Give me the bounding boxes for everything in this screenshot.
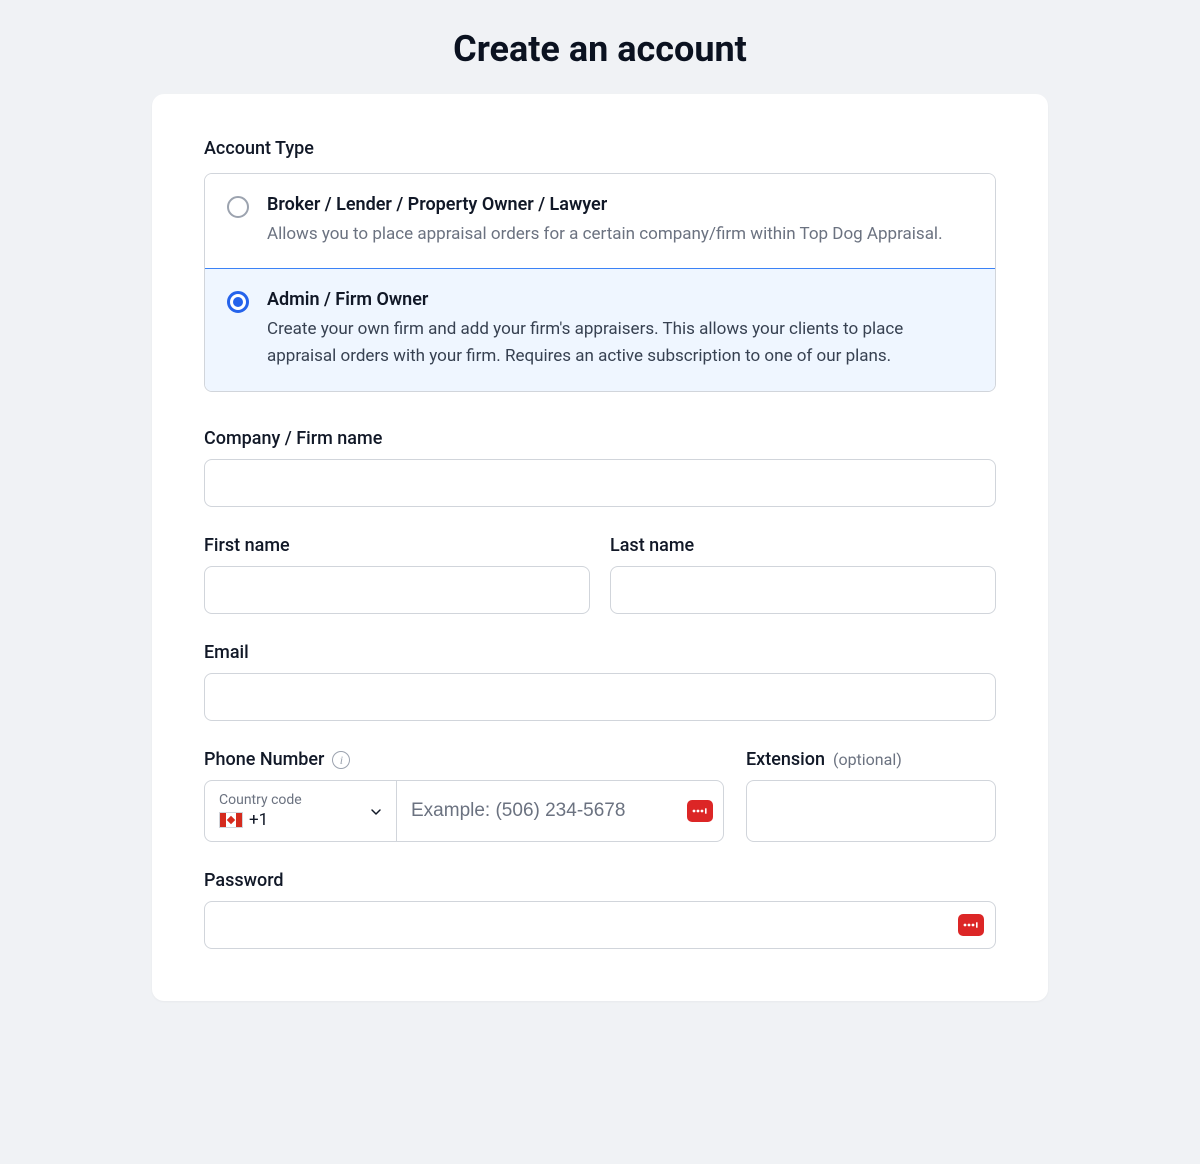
- first-name-label: First name: [204, 535, 590, 556]
- canada-flag-icon: [219, 812, 243, 828]
- option-title: Admin / Firm Owner: [267, 289, 973, 310]
- phone-input-wrap: Country code +1: [204, 780, 724, 842]
- radio-unchecked-icon: [227, 196, 249, 218]
- extension-field: Extension (optional): [746, 749, 996, 842]
- company-label: Company / Firm name: [204, 428, 996, 449]
- signup-card: Account Type Broker / Lender / Property …: [152, 94, 1048, 1001]
- first-name-input[interactable]: [204, 566, 590, 614]
- country-code-select[interactable]: Country code +1: [205, 781, 397, 841]
- chevron-down-icon: [368, 804, 382, 818]
- password-manager-icon[interactable]: [687, 800, 713, 822]
- account-type-option-broker[interactable]: Broker / Lender / Property Owner / Lawye…: [205, 174, 995, 269]
- password-field: Password: [204, 870, 996, 949]
- info-icon[interactable]: i: [332, 751, 350, 769]
- country-code-value: +1: [249, 810, 268, 830]
- option-description: Allows you to place appraisal orders for…: [267, 221, 943, 247]
- extension-optional-hint: (optional): [833, 750, 902, 769]
- password-label: Password: [204, 870, 996, 891]
- radio-text: Broker / Lender / Property Owner / Lawye…: [267, 194, 943, 247]
- account-type-label: Account Type: [204, 138, 996, 159]
- company-field: Company / Firm name: [204, 428, 996, 507]
- last-name-input[interactable]: [610, 566, 996, 614]
- password-manager-icon[interactable]: [958, 914, 984, 936]
- password-input[interactable]: [204, 901, 996, 949]
- page-title: Create an account: [0, 0, 1200, 94]
- email-field: Email: [204, 642, 996, 721]
- phone-label: Phone Number i: [204, 749, 724, 770]
- last-name-field: Last name: [610, 535, 996, 614]
- first-name-field: First name: [204, 535, 590, 614]
- extension-label-text: Extension: [746, 749, 825, 770]
- email-input[interactable]: [204, 673, 996, 721]
- radio-checked-icon: [227, 291, 249, 313]
- country-code-label: Country code: [219, 792, 302, 808]
- extension-label: Extension (optional): [746, 749, 996, 770]
- last-name-label: Last name: [610, 535, 996, 556]
- email-label: Email: [204, 642, 996, 663]
- phone-input[interactable]: [397, 781, 687, 841]
- radio-text: Admin / Firm Owner Create your own firm …: [267, 289, 973, 369]
- account-type-radio-group: Broker / Lender / Property Owner / Lawye…: [204, 173, 996, 392]
- account-type-option-admin[interactable]: Admin / Firm Owner Create your own firm …: [204, 268, 996, 392]
- extension-input[interactable]: [746, 780, 996, 842]
- option-description: Create your own firm and add your firm's…: [267, 316, 973, 369]
- option-title: Broker / Lender / Property Owner / Lawye…: [267, 194, 943, 215]
- phone-label-text: Phone Number: [204, 749, 324, 770]
- company-input[interactable]: [204, 459, 996, 507]
- phone-field: Phone Number i Country code +1: [204, 749, 724, 842]
